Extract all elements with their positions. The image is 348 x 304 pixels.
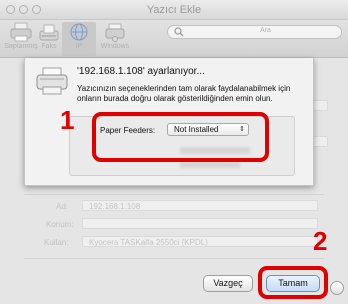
step1-highlight-box (92, 112, 269, 162)
window-title: Yazıcı Ekle (146, 4, 202, 16)
toolbar-item-default[interactable]: Saptanmış (4, 22, 38, 50)
fax-icon (39, 24, 59, 41)
toolbar-label-default: Saptanmış (4, 43, 38, 50)
sheet-title: '192.168.1.108' ayarlanıyor... (77, 66, 205, 77)
toolbar-item-windows[interactable]: Windows (98, 22, 132, 50)
toolbar-item-fax[interactable]: Faks (36, 22, 62, 50)
bg-location-label: Konum: (46, 220, 74, 229)
ok-button[interactable]: Tamam (266, 275, 320, 292)
windows-printer-icon (105, 23, 125, 42)
toolbar-label-fax: Faks (41, 43, 57, 50)
sheet-description: Yazıcınızın seçeneklerinden tam olarak f… (77, 84, 291, 103)
globe-icon (70, 23, 88, 41)
step2-number: 2 (313, 226, 328, 256)
bg-use-value: Kyocera TASKalfa 2550ci (KPDL) (89, 238, 208, 247)
toolbar: Saptanmış Faks IP Windows (0, 20, 348, 58)
printer-icon (36, 67, 68, 95)
printer-icon (10, 22, 32, 42)
help-button[interactable] (330, 281, 344, 295)
bg-separator (24, 258, 324, 259)
toolbar-label-ip: IP (75, 43, 83, 50)
bg-location-field (82, 218, 318, 229)
bg-separator (24, 194, 324, 195)
toolbar-item-ip[interactable]: IP (64, 22, 94, 50)
cancel-button[interactable]: Vazgeç (203, 275, 253, 292)
search-input[interactable] (167, 25, 342, 39)
bg-address-value: 192.168.1.108 (89, 202, 141, 211)
bg-use-field: Kyocera TASKalfa 2550ci (KPDL) (82, 236, 318, 247)
title-bar: Yazıcı Ekle (0, 0, 348, 20)
bg-address-label: Ad: (56, 202, 69, 211)
bg-use-label: Kullan: (44, 238, 69, 247)
search-label: Ara (260, 27, 271, 34)
toolbar-label-windows: Windows (100, 43, 130, 50)
step1-number: 1 (60, 105, 75, 135)
blurred-option-row (180, 161, 240, 168)
search-icon (174, 27, 184, 37)
bg-address-field: 192.168.1.108 (82, 200, 318, 211)
